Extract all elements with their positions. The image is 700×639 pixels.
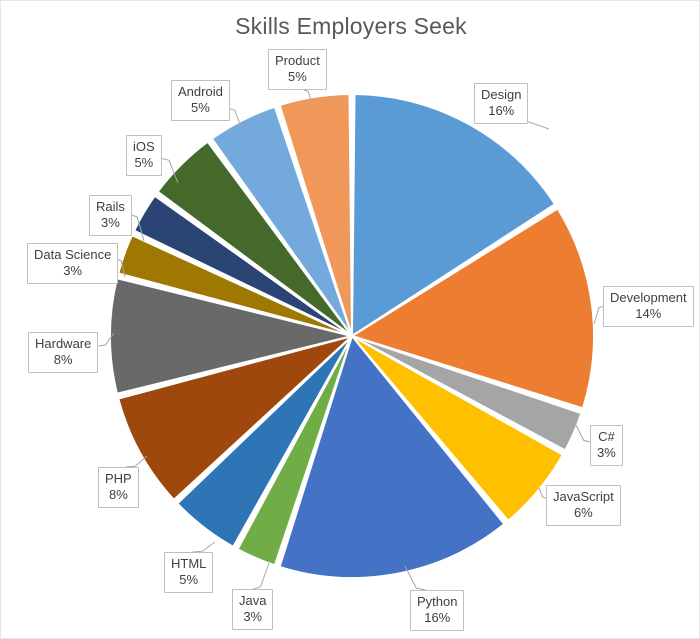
pie-plot-area [1,1,699,638]
data-label-html[interactable]: HTML 5% [164,552,214,593]
data-label-value-android: 5% [191,100,210,115]
pie-chart-container: Skills Employers Seek Design 16% Developme… [0,0,700,639]
data-label-value-rails: 3% [101,215,120,230]
data-label-value-ios: 5% [134,155,154,170]
pie-svg [98,89,604,591]
leader-line-java [253,562,270,590]
data-label-name-product: Product [275,53,320,68]
data-label-java[interactable]: Java 3% [232,589,274,630]
data-label-data-science[interactable]: Data Science 3% [27,243,119,284]
data-label-value-python: 16% [424,610,451,625]
data-label-value-hardware: 8% [53,352,73,367]
data-label-rails[interactable]: Rails 3% [89,195,132,236]
leader-line-c [575,424,591,443]
data-label-name-development: Development [610,290,687,305]
data-label-value-design: 16% [488,103,515,118]
data-label-ios[interactable]: iOS 5% [126,135,162,176]
data-label-name-ios: iOS [133,139,155,154]
data-label-javascript[interactable]: JavaScript 6% [546,485,621,526]
pie-slice-group [109,92,596,579]
data-label-name-php: PHP [105,471,132,486]
data-label-name-javascript: JavaScript [553,489,614,504]
data-label-hardware[interactable]: Hardware 8% [28,332,99,373]
data-label-product[interactable]: Product 5% [268,49,327,90]
data-label-name-rails: Rails [96,199,125,214]
data-label-name-data-science: Data Science [34,247,112,262]
data-label-name-c: C# [598,429,615,444]
data-label-value-javascript: 6% [573,505,593,520]
data-label-value-product: 5% [288,69,307,84]
data-label-value-c: 3% [597,445,616,460]
leader-line-development [593,305,604,325]
data-label-python[interactable]: Python 16% [410,590,465,631]
data-label-name-html: HTML [171,556,207,571]
data-label-php[interactable]: PHP 8% [98,467,139,508]
data-label-development[interactable]: Development 14% [603,286,694,327]
data-label-value-html: 5% [179,572,199,587]
data-label-android[interactable]: Android 5% [171,80,230,121]
data-label-name-python: Python [417,594,458,609]
data-label-name-java: Java [239,593,267,608]
data-label-value-php: 8% [108,487,128,502]
data-label-value-development: 14% [635,306,662,321]
data-label-c[interactable]: C# 3% [590,425,623,466]
data-label-name-design: Design [481,87,522,102]
data-label-design[interactable]: Design 16% [474,83,529,124]
leader-line-html [192,541,216,553]
data-label-value-data-science: 3% [63,263,83,278]
data-label-name-android: Android [178,84,223,99]
leader-line-javascript [538,487,547,499]
data-label-value-java: 3% [243,609,263,624]
data-label-name-hardware: Hardware [35,336,92,351]
